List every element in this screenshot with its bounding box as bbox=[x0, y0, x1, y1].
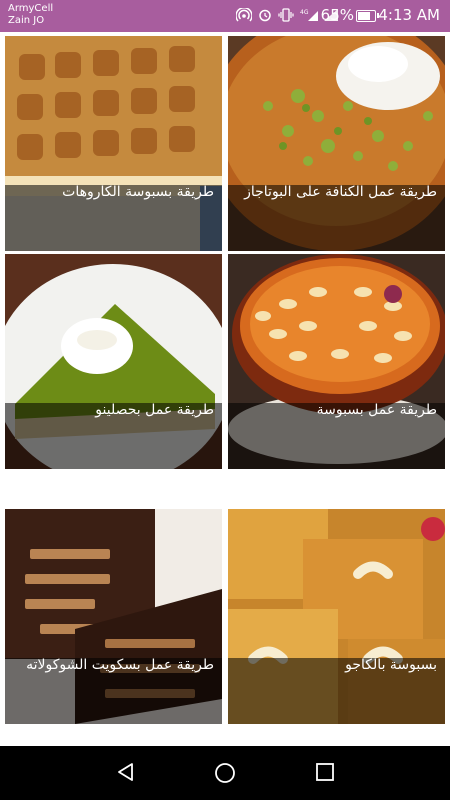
navigation-bar bbox=[0, 746, 450, 800]
home-icon[interactable] bbox=[214, 762, 236, 788]
recipe-title: طريقة عمل الكنافة على البوتاجاز bbox=[244, 184, 437, 200]
recipe-grid: طريقة عمل الكنافة على البوتاجاز طريقة بس… bbox=[0, 32, 450, 745]
recipe-card-basbousa[interactable]: طريقة عمل بسبوسة bbox=[228, 254, 445, 469]
signal-4g-icon: 4G bbox=[300, 8, 318, 22]
vibrate-icon bbox=[278, 8, 294, 22]
clock: 4:13 AM bbox=[378, 6, 440, 24]
carrier-secondary: Zain JO bbox=[8, 15, 45, 26]
recipe-title: طريقة عمل بحصلينو bbox=[95, 402, 214, 418]
alarm-icon bbox=[258, 8, 272, 22]
status-bar: ArmyCell Zain JO 4G 65% 4:13 AM bbox=[0, 0, 450, 32]
carrier-name: ArmyCell bbox=[8, 3, 54, 14]
back-icon[interactable] bbox=[116, 762, 136, 786]
battery-percentage: 65% bbox=[320, 6, 354, 24]
recipe-title: طريقة بسبوسة الكاروهات bbox=[62, 184, 214, 200]
hotspot-icon bbox=[236, 8, 252, 22]
recipe-card-kunafa[interactable]: طريقة عمل الكنافة على البوتاجاز bbox=[228, 36, 445, 251]
recipe-title: طريقة عمل بسكويت الشوكولاته bbox=[26, 657, 214, 673]
battery-icon bbox=[356, 10, 379, 22]
recipe-card-basbousa-squares[interactable]: طريقة بسبوسة الكاروهات bbox=[5, 36, 222, 251]
svg-text:4G: 4G bbox=[300, 9, 309, 16]
recents-icon[interactable] bbox=[315, 762, 335, 786]
recipe-card-bahsalino[interactable]: طريقة عمل بحصلينو bbox=[5, 254, 222, 469]
recipe-card-basbousa-cashew[interactable]: بسبوسة بالكاجو bbox=[228, 509, 445, 724]
recipe-title: بسبوسة بالكاجو bbox=[345, 657, 437, 673]
recipe-title: طريقة عمل بسبوسة bbox=[316, 402, 437, 418]
recipe-card-chocolate-biscuit[interactable]: طريقة عمل بسكويت الشوكولاته bbox=[5, 509, 222, 724]
